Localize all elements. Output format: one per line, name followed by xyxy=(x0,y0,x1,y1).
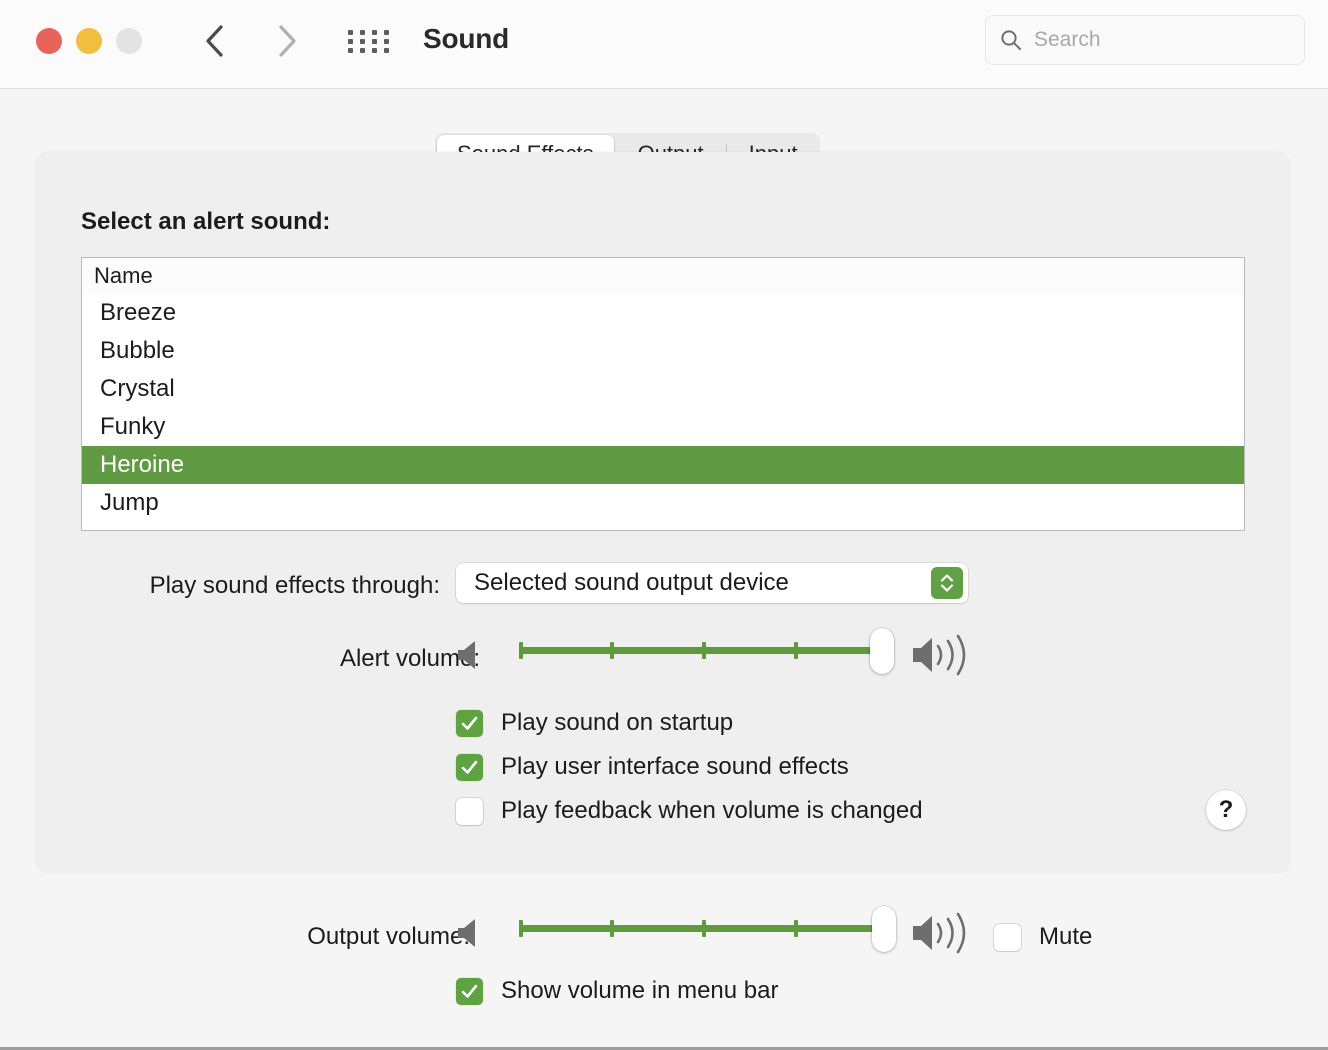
output-volume-slider[interactable] xyxy=(519,904,896,954)
chevron-up-down-icon[interactable] xyxy=(931,567,963,599)
zoom-button[interactable] xyxy=(116,28,142,54)
section-title-alert-sound: Select an alert sound: xyxy=(81,208,331,235)
checkmark-icon xyxy=(461,716,478,730)
slider-tick xyxy=(519,642,523,659)
slider-tick xyxy=(794,642,798,659)
checkbox-label: Play user interface sound effects xyxy=(501,753,849,780)
slider-tick xyxy=(610,920,614,937)
checkbox-label: Show volume in menu bar xyxy=(501,977,779,1004)
play-through-value: Selected sound output device xyxy=(474,569,789,596)
speaker-mute-icon xyxy=(458,919,475,947)
alert-volume-slider[interactable] xyxy=(519,626,894,676)
checkbox-checked-icon[interactable] xyxy=(456,753,483,781)
checkbox-checked-icon[interactable] xyxy=(456,709,483,737)
minimize-button[interactable] xyxy=(76,28,102,54)
list-item[interactable]: Crystal xyxy=(82,370,1244,408)
close-button[interactable] xyxy=(36,28,62,54)
checkbox-unchecked-icon[interactable] xyxy=(456,797,483,825)
checkbox-label: Play sound on startup xyxy=(501,709,734,736)
slider-tick xyxy=(610,642,614,659)
list-item[interactable]: Breeze xyxy=(82,294,1244,332)
window-titlebar: Sound Search xyxy=(0,0,1328,89)
page-title: Sound xyxy=(423,23,510,54)
search-input[interactable]: Search xyxy=(1034,28,1101,52)
checkbox-label: Play feedback when volume is changed xyxy=(501,797,923,824)
checkbox-row-play-ui-sound-effects[interactable]: Play user interface sound effects xyxy=(456,753,849,781)
checkbox-row-mute[interactable]: Mute xyxy=(994,923,1092,951)
chevron-left-icon xyxy=(206,25,223,57)
back-button[interactable] xyxy=(194,20,236,62)
alert-sound-list[interactable]: Name Breeze Bubble Crystal Funky Heroine… xyxy=(81,257,1245,531)
play-through-popup-button[interactable]: Selected sound output device xyxy=(456,563,968,603)
checkmark-icon xyxy=(461,760,478,774)
list-column-header: Name xyxy=(82,258,1244,294)
speaker-loud-icon xyxy=(913,634,966,676)
list-item-selected[interactable]: Heroine xyxy=(82,446,1244,484)
search-field[interactable]: Search xyxy=(985,15,1305,65)
speaker-mute-icon xyxy=(458,641,475,669)
list-item[interactable]: Jump xyxy=(82,484,1244,522)
checkmark-icon xyxy=(461,984,478,998)
forward-button[interactable] xyxy=(266,20,308,62)
column-header-name: Name xyxy=(94,263,153,288)
list-item[interactable]: Bubble xyxy=(82,332,1244,370)
list-item[interactable]: Funky xyxy=(82,408,1244,446)
slider-thumb[interactable] xyxy=(870,628,894,674)
label-output-volume: Output volume: xyxy=(307,923,470,950)
chevron-right-icon xyxy=(279,25,296,57)
checkbox-row-show-volume-menu-bar[interactable]: Show volume in menu bar xyxy=(456,977,778,1005)
slider-tick xyxy=(794,920,798,937)
slider-tick xyxy=(702,642,706,659)
label-alert-volume: Alert volume: xyxy=(339,645,480,672)
checkbox-checked-icon[interactable] xyxy=(456,977,483,1005)
checkbox-label: Mute xyxy=(1039,923,1093,950)
checkbox-row-play-sound-on-startup[interactable]: Play sound on startup xyxy=(456,709,733,737)
slider-tick xyxy=(702,920,706,937)
help-button[interactable]: ? xyxy=(1206,790,1246,830)
traffic-lights xyxy=(36,28,142,54)
grid-apps-icon[interactable] xyxy=(348,27,392,53)
checkbox-unchecked-icon[interactable] xyxy=(994,923,1021,951)
search-icon xyxy=(1001,30,1021,50)
checkbox-row-play-feedback-volume[interactable]: Play feedback when volume is changed xyxy=(456,797,923,825)
slider-tick xyxy=(519,920,523,937)
slider-thumb[interactable] xyxy=(872,906,896,952)
label-play-through: Play sound effects through: xyxy=(149,572,440,599)
speaker-loud-icon xyxy=(913,912,966,954)
chevron-up-down-glyph xyxy=(940,574,954,592)
